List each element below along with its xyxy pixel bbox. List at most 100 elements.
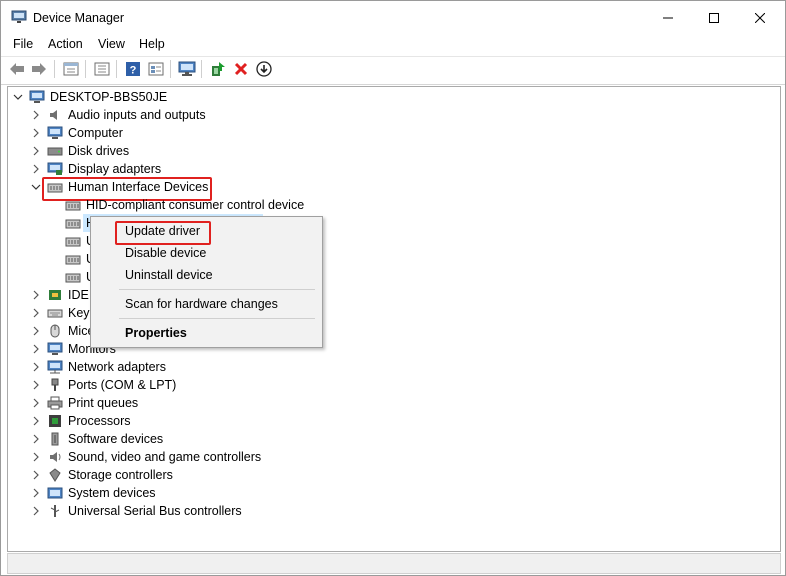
ide-controller-icon — [47, 288, 63, 302]
chevron-right-icon[interactable] — [29, 504, 43, 518]
hid-icon — [65, 216, 81, 230]
toolbar-separator — [116, 60, 117, 78]
close-button[interactable] — [737, 1, 783, 35]
hid-icon — [65, 252, 81, 266]
scan-monitor-icon[interactable] — [178, 60, 196, 78]
toolbar-separator — [170, 60, 171, 78]
show-hide-tree-icon[interactable] — [93, 60, 111, 78]
close-icon — [755, 13, 765, 23]
menu-file[interactable]: File — [13, 37, 33, 51]
uninstall-icon[interactable] — [232, 60, 250, 78]
tree-item-label: Storage controllers — [68, 468, 173, 482]
chevron-right-icon[interactable] — [29, 342, 43, 356]
tree-item-storage-controllers[interactable]: Storage controllers — [29, 466, 173, 484]
tree-item-usb-controllers[interactable]: Universal Serial Bus controllers — [29, 502, 242, 520]
chevron-right-icon[interactable] — [29, 108, 43, 122]
tree-item-label: Disk drives — [68, 144, 130, 158]
chevron-down-icon[interactable] — [29, 180, 43, 194]
tree-item-label: Print queues — [68, 396, 139, 410]
tree-item-disk-drives[interactable]: Disk drives — [29, 142, 129, 160]
tree-item-human-interface-devices[interactable]: Human Interface Devices — [29, 178, 208, 196]
chevron-right-icon[interactable] — [29, 306, 43, 320]
speaker-icon — [47, 108, 63, 122]
chevron-right-icon[interactable] — [29, 360, 43, 374]
tree-item-label: System devices — [68, 486, 156, 500]
display-adapter-icon — [47, 162, 63, 176]
tree-item-print-queues[interactable]: Print queues — [29, 394, 138, 412]
context-menu-separator — [119, 289, 315, 290]
menu-action[interactable]: Action — [48, 37, 83, 51]
system-device-icon — [47, 486, 63, 500]
properties-sheet-icon[interactable] — [62, 60, 80, 78]
toolbar-separator — [85, 60, 86, 78]
tree-item-system-devices[interactable]: System devices — [29, 484, 156, 502]
hid-icon — [65, 270, 81, 284]
printer-icon — [47, 396, 63, 410]
tree-root[interactable]: DESKTOP-BBS50JE — [11, 88, 167, 106]
monitor-icon — [47, 342, 63, 356]
minimize-icon — [663, 17, 673, 19]
tree-item-label: Sound, video and game controllers — [68, 450, 262, 464]
chevron-right-icon[interactable] — [29, 414, 43, 428]
port-icon — [47, 378, 63, 392]
mouse-icon — [47, 324, 63, 338]
context-menu-update-driver[interactable]: Update driver — [125, 224, 200, 238]
tree-item-label: Human Interface Devices — [68, 180, 209, 194]
hid-icon — [47, 180, 63, 194]
menu-help[interactable]: Help — [139, 37, 165, 51]
toolbar-separator — [54, 60, 55, 78]
tree-item-label: Software devices — [68, 432, 164, 446]
help-icon[interactable]: ? — [124, 60, 142, 78]
tree-item-network-adapters[interactable]: Network adapters — [29, 358, 166, 376]
tree-item-label: Computer — [68, 126, 123, 140]
chevron-right-icon[interactable] — [29, 378, 43, 392]
chevron-right-icon[interactable] — [29, 396, 43, 410]
tree-item-processors[interactable]: Processors — [29, 412, 131, 430]
context-menu-disable-device[interactable]: Disable device — [125, 246, 206, 260]
chevron-right-icon[interactable] — [29, 468, 43, 482]
tree-item-mice[interactable]: Mice — [29, 322, 94, 340]
processor-icon — [47, 414, 63, 428]
tree-item-software-devices[interactable]: Software devices — [29, 430, 163, 448]
tree-item-audio[interactable]: Audio inputs and outputs — [29, 106, 206, 124]
maximize-button[interactable] — [691, 1, 737, 35]
chevron-right-icon[interactable] — [29, 144, 43, 158]
tree-item-computer[interactable]: Computer — [29, 124, 123, 142]
chevron-right-icon[interactable] — [29, 486, 43, 500]
tree-item-label: Network adapters — [68, 360, 166, 374]
chevron-down-icon[interactable] — [11, 90, 25, 104]
tree-item-label: Display adapters — [68, 162, 162, 176]
maximize-icon — [709, 13, 719, 23]
tree-item-label: Ports (COM & LPT) — [68, 378, 177, 392]
tree-item-display-adapters[interactable]: Display adapters — [29, 160, 161, 178]
device-manager-window: Device Manager File Action View Help ? D… — [0, 0, 786, 576]
chevron-right-icon[interactable] — [29, 432, 43, 446]
download-icon[interactable] — [255, 60, 273, 78]
tree-item-hid-consumer-control[interactable]: HID-compliant consumer control device — [65, 196, 304, 214]
view-icon[interactable] — [147, 60, 165, 78]
chevron-right-icon[interactable] — [29, 288, 43, 302]
toolbar-separator — [201, 60, 202, 78]
chevron-right-icon[interactable] — [29, 162, 43, 176]
chevron-right-icon[interactable] — [29, 450, 43, 464]
toolbar — [1, 56, 785, 85]
back-icon[interactable] — [8, 60, 26, 78]
tree-item-sound-video-game[interactable]: Sound, video and game controllers — [29, 448, 261, 466]
tree-item-ports[interactable]: Ports (COM & LPT) — [29, 376, 176, 394]
context-menu-properties[interactable]: Properties — [125, 326, 187, 340]
context-menu-scan-hardware[interactable]: Scan for hardware changes — [125, 297, 278, 311]
context-menu-uninstall-device[interactable]: Uninstall device — [125, 268, 213, 282]
chevron-right-icon[interactable] — [29, 324, 43, 338]
software-device-icon — [47, 432, 63, 446]
tree-item-label: Universal Serial Bus controllers — [68, 504, 242, 518]
minimize-button[interactable] — [645, 1, 691, 35]
hid-icon — [65, 234, 81, 248]
forward-icon[interactable] — [30, 60, 48, 78]
chevron-right-icon[interactable] — [29, 126, 43, 140]
disk-drive-icon — [47, 144, 63, 158]
menu-view[interactable]: View — [98, 37, 125, 51]
sound-icon — [47, 450, 63, 464]
update-driver-icon[interactable] — [209, 60, 227, 78]
tree-item-keyboards[interactable]: Keyb — [29, 304, 97, 322]
window-title: Device Manager — [33, 11, 125, 25]
